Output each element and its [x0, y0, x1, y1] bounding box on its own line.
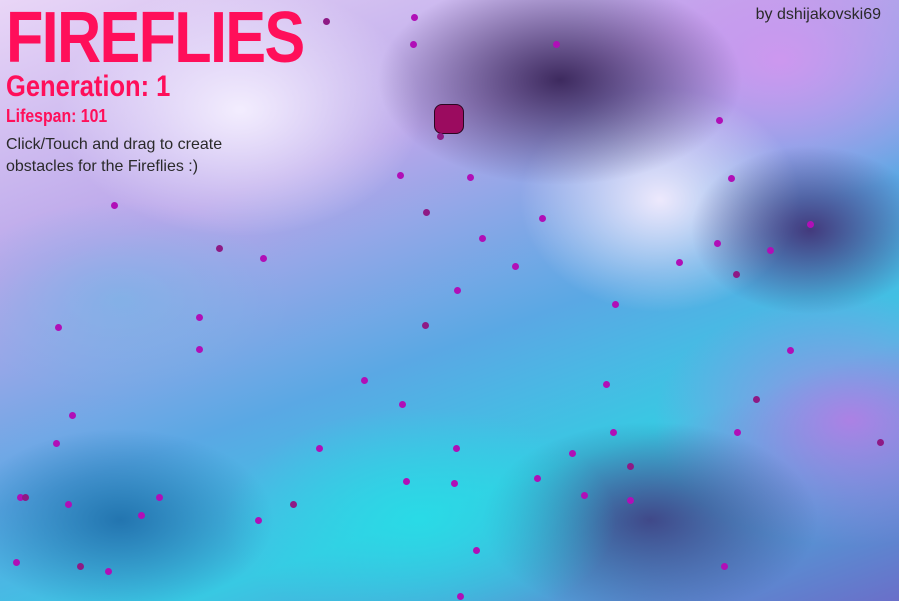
firefly-dot [806, 220, 814, 228]
firefly-dot [733, 428, 741, 436]
firefly-dot [76, 562, 84, 570]
firefly-dot [402, 477, 410, 485]
firefly-dot [195, 313, 203, 321]
firefly-dot [410, 13, 418, 21]
firefly-dot [611, 300, 619, 308]
firefly-dot [456, 592, 464, 600]
firefly-dot [602, 380, 610, 388]
firefly-dot [215, 244, 223, 252]
firefly-dot [472, 546, 480, 554]
firefly-dot [720, 562, 728, 570]
firefly-dot [713, 239, 721, 247]
firefly-dot [104, 567, 112, 575]
firefly-dot [421, 321, 429, 329]
firefly-dot [436, 132, 444, 140]
generation-counter: Generation: 1 [6, 70, 171, 103]
firefly-dot [626, 462, 634, 470]
firefly-dot [766, 246, 774, 254]
firefly-dot [466, 173, 474, 181]
firefly-dot [68, 411, 76, 419]
firefly-dot [54, 323, 62, 331]
firefly-dot [195, 345, 203, 353]
firefly-dot [110, 201, 118, 209]
firefly-dot [259, 254, 267, 262]
firefly-dot [580, 491, 588, 499]
lifespan-counter: Lifespan: 101 [6, 106, 108, 126]
firefly-dot [552, 40, 560, 48]
author-credit: by dshijakovski69 [755, 6, 881, 23]
firefly-dot [452, 444, 460, 452]
firefly-dot [322, 17, 330, 25]
firefly-dot [409, 40, 417, 48]
firefly-dot [568, 449, 576, 457]
firefly-dot [450, 479, 458, 487]
firefly-dot [727, 174, 735, 182]
firefly-dot [398, 400, 406, 408]
firefly-dot [876, 438, 884, 446]
firefly-dot [609, 428, 617, 436]
firefly-dot [478, 234, 486, 242]
firefly-dot [752, 395, 760, 403]
game-title: FIREFLIES [6, 0, 305, 78]
firefly-dot [64, 500, 72, 508]
firefly-dot [422, 208, 430, 216]
firefly-dot [289, 500, 297, 508]
firefly-dot [626, 496, 634, 504]
firefly-dot [12, 558, 20, 566]
firefly-dot [52, 439, 60, 447]
firefly-dot [538, 214, 546, 222]
firefly-dot [254, 516, 262, 524]
firefly-dot [715, 116, 723, 124]
firefly-dot [396, 171, 404, 179]
firefly-dot [511, 262, 519, 270]
instructions-text: Click/Touch and drag to create obstacles… [6, 136, 223, 175]
firefly-dot [786, 346, 794, 354]
goal-target [434, 104, 464, 134]
firefly-dot [453, 286, 461, 294]
firefly-dot [155, 493, 163, 501]
firefly-dot [21, 493, 29, 501]
firefly-dot [315, 444, 323, 452]
firefly-dot [732, 270, 740, 278]
firefly-dot [675, 258, 683, 266]
firefly-dot [533, 474, 541, 482]
firefly-dot [360, 376, 368, 384]
firefly-dot [137, 511, 145, 519]
